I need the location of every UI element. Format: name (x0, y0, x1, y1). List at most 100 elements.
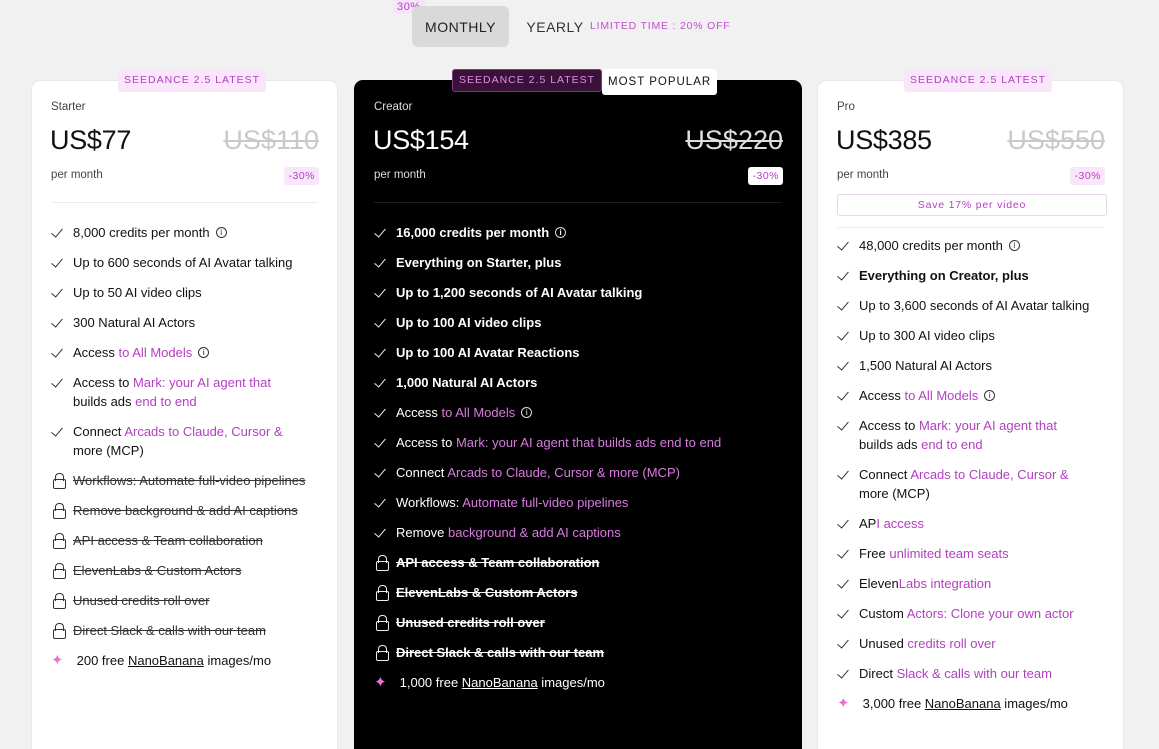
check-icon (51, 373, 73, 392)
nanobanana-link[interactable]: NanoBanana (462, 675, 538, 690)
feature-item: Direct Slack & calls with our team (837, 664, 1111, 683)
limited-time-label: LIMITED TIME : 20% OFF (590, 20, 731, 32)
feature-item: ElevenLabs integration (837, 574, 1111, 593)
plan-price: US$77 (50, 125, 132, 155)
sparkle-icon (374, 673, 396, 692)
billing-period: per month (374, 169, 426, 181)
info-icon[interactable]: i (215, 227, 227, 238)
check-icon (837, 634, 859, 653)
feature-item-locked: Direct Slack & calls with our team (374, 643, 789, 662)
feature-item: Connect Arcads to Claude, Cursor & more … (837, 465, 1111, 503)
check-icon (51, 343, 73, 362)
save-per-video-badge: Save 17% per video (837, 194, 1107, 216)
info-icon[interactable]: i (984, 390, 996, 401)
check-icon (837, 465, 859, 484)
feature-item: Up to 100 AI Avatar Reactions (374, 343, 789, 362)
check-icon (374, 433, 396, 452)
check-icon (837, 604, 859, 623)
check-icon (374, 523, 396, 542)
feature-item: 1,500 Natural AI Actors (837, 356, 1111, 375)
lock-icon (51, 621, 73, 640)
feature-item: 16,000 credits per month i (374, 223, 789, 242)
feature-item-locked: Direct Slack & calls with our team (51, 621, 325, 640)
check-icon (837, 236, 859, 255)
check-icon (51, 422, 73, 441)
lock-icon (51, 501, 73, 520)
feature-item-locked: API access & Team collaboration (51, 531, 325, 550)
feature-list: 16,000 credits per month i Everything on … (374, 223, 789, 703)
feature-list: 8,000 credits per month i Up to 600 secon… (51, 223, 325, 681)
lock-icon (51, 591, 73, 610)
feature-item-locked: Unused credits roll over (374, 613, 789, 632)
feature-item-locked: Unused credits roll over (51, 591, 325, 610)
feature-list: 48,000 credits per month i Everything on … (837, 236, 1111, 724)
feature-item: Up to 50 AI video clips (51, 283, 325, 302)
check-icon (51, 253, 73, 272)
lock-icon (374, 643, 396, 662)
feature-item: Up to 100 AI video clips (374, 313, 789, 332)
check-icon (374, 223, 396, 242)
info-icon[interactable]: i (521, 407, 533, 418)
check-icon (374, 343, 396, 362)
feature-item: Access to Mark: your AI agent that build… (51, 373, 325, 411)
plan-old-price: US$550 (1007, 125, 1105, 155)
sparkle-icon (837, 694, 859, 713)
feature-item-locked: Workflows: Automate full-video pipelines (51, 471, 325, 490)
check-icon (374, 373, 396, 392)
lock-icon (374, 583, 396, 602)
check-icon (374, 253, 396, 272)
feature-item: Up to 1,200 seconds of AI Avatar talking (374, 283, 789, 302)
feature-item: Connect Arcads to Claude, Cursor & more … (374, 463, 789, 482)
feature-item: 1,000 Natural AI Actors (374, 373, 789, 392)
feature-item: Workflows: Automate full-video pipelines (374, 493, 789, 512)
divider (51, 202, 318, 203)
check-icon (837, 514, 859, 533)
divider (837, 227, 1104, 228)
sparkle-icon (51, 651, 73, 670)
plan-name: Pro (837, 101, 855, 113)
nanobanana-link[interactable]: NanoBanana (925, 696, 1001, 711)
feature-item: Access to All Models i (374, 403, 789, 422)
feature-item-locked: ElevenLabs & Custom Actors (374, 583, 789, 602)
check-icon (837, 356, 859, 375)
plan-card-pro: SEEDANCE 2.5 LATEST Pro US$385 US$550 pe… (817, 69, 1124, 749)
check-icon (51, 313, 73, 332)
billing-period: per month (837, 169, 889, 181)
feature-item: 3,000 free NanoBanana images/mo (837, 694, 1111, 713)
feature-item: 48,000 credits per month i (837, 236, 1111, 255)
check-icon (51, 223, 73, 242)
feature-item: Free unlimited team seats (837, 544, 1111, 563)
feature-item: Access to All Models i (837, 386, 1111, 405)
feature-item: Everything on Creator, plus (837, 266, 1111, 285)
plan-card-starter: SEEDANCE 2.5 LATEST Starter US$77 US$110… (31, 69, 338, 749)
info-icon[interactable]: i (555, 227, 567, 238)
feature-item: API access (837, 514, 1111, 533)
info-icon[interactable]: i (1008, 240, 1020, 251)
feature-item: Custom Actors: Clone your own actor (837, 604, 1111, 623)
feature-item-locked: ElevenLabs & Custom Actors (51, 561, 325, 580)
feature-item: Everything on Starter, plus (374, 253, 789, 272)
check-icon (837, 574, 859, 593)
info-icon[interactable]: i (198, 347, 210, 358)
check-icon (374, 313, 396, 332)
check-icon (374, 283, 396, 302)
billing-period: per month (51, 169, 103, 181)
nanobanana-link[interactable]: NanoBanana (128, 653, 204, 668)
monthly-button[interactable]: MONTHLY (412, 6, 509, 47)
check-icon (837, 416, 859, 435)
feature-item: 300 Natural AI Actors (51, 313, 325, 332)
plan-tag: SEEDANCE 2.5 LATEST (452, 69, 603, 92)
feature-item: Remove background & add AI captions (374, 523, 789, 542)
plan-card-creator: SEEDANCE 2.5 LATEST MOST POPULAR Creator… (354, 69, 802, 749)
yearly-button[interactable]: YEARLY (522, 6, 588, 47)
feature-item-locked: Remove background & add AI captions (51, 501, 325, 520)
lock-icon (51, 471, 73, 490)
check-icon (51, 283, 73, 302)
feature-item: Up to 300 AI video clips (837, 326, 1111, 345)
feature-item: 8,000 credits per month i (51, 223, 325, 242)
lock-icon (51, 561, 73, 580)
feature-item: 200 free NanoBanana images/mo (51, 651, 325, 670)
plan-price: US$154 (373, 125, 469, 155)
check-icon (374, 403, 396, 422)
plan-tag: SEEDANCE 2.5 LATEST (118, 69, 267, 92)
